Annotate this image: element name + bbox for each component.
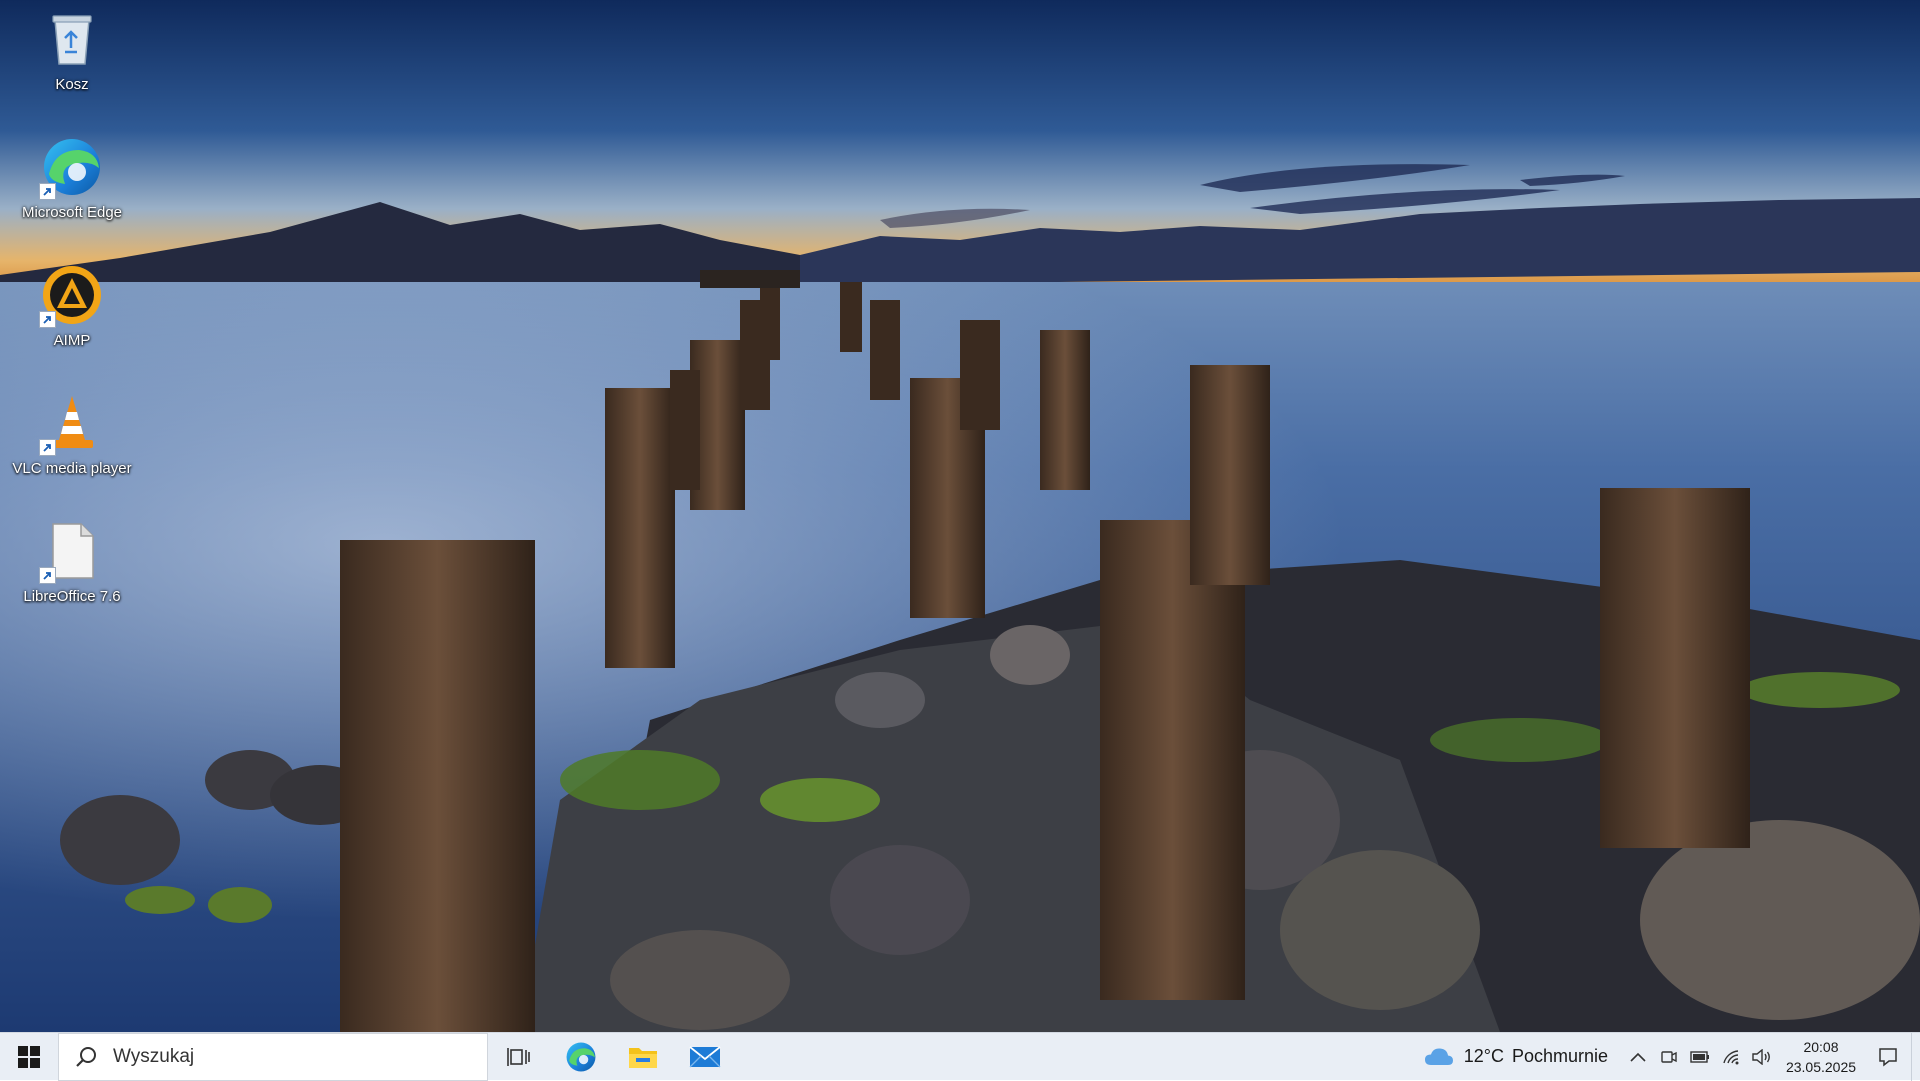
battery-button[interactable] (1684, 1033, 1715, 1081)
wifi-icon (1722, 1049, 1738, 1064)
aimp-icon (39, 264, 103, 328)
network-button[interactable] (1715, 1033, 1746, 1081)
taskbar-file-explorer-button[interactable] (612, 1033, 674, 1081)
edge-icon (39, 136, 103, 200)
shortcut-arrow-icon (39, 567, 56, 584)
vlc-icon (39, 392, 103, 456)
battery-icon (1689, 1050, 1709, 1063)
meet-now-icon (1660, 1050, 1677, 1063)
folder-icon (629, 1047, 657, 1068)
search-box[interactable] (58, 1032, 488, 1081)
search-icon (76, 1046, 96, 1067)
desktop-icon-label: VLC media player (12, 460, 132, 477)
desktop-icon-recycle-bin[interactable]: Kosz (8, 0, 136, 116)
clock-time: 20:08 (1803, 1038, 1839, 1055)
desktop-icon-label: Microsoft Edge (21, 204, 123, 221)
volume-icon (1751, 1048, 1770, 1065)
clock[interactable]: 20:08 23.05.2025 (1777, 1033, 1865, 1081)
desktop-icon-label: Kosz (55, 76, 89, 93)
taskbar-mail-button[interactable] (674, 1033, 736, 1081)
meet-now-button[interactable] (1653, 1033, 1684, 1081)
taskbar: 12°C Pochmurnie (0, 1032, 1920, 1081)
document-icon (39, 520, 103, 584)
chevron-up-icon (1629, 1052, 1646, 1062)
recycle-bin-icon (41, 8, 103, 70)
task-view-icon (507, 1047, 530, 1066)
clock-date: 23.05.2025 (1785, 1058, 1857, 1075)
desktop-icon-vlc[interactable]: VLC media player (8, 384, 136, 500)
shortcut-arrow-icon (39, 311, 56, 328)
weather-condition: Pochmurnie (1511, 1046, 1608, 1066)
task-view-button[interactable] (488, 1033, 550, 1081)
mail-icon (689, 1045, 721, 1067)
desktop-icon-label: AIMP (53, 332, 91, 349)
wallpaper (0, 0, 1920, 1032)
desktop[interactable]: Kosz Microsoft Edge AIMP VLC media playe… (0, 0, 1920, 1032)
show-desktop-button[interactable] (1911, 1032, 1920, 1081)
notification-icon (1879, 1047, 1897, 1067)
show-hidden-icons-button[interactable] (1622, 1033, 1653, 1081)
edge-icon (566, 1042, 596, 1071)
shortcut-arrow-icon (39, 183, 56, 200)
start-button[interactable] (0, 1033, 58, 1081)
desktop-icon-aimp[interactable]: AIMP (8, 256, 136, 372)
desktop-icon-label: LibreOffice 7.6 (23, 588, 121, 605)
volume-button[interactable] (1746, 1033, 1777, 1081)
taskbar-edge-button[interactable] (550, 1033, 612, 1081)
cloud-icon (1424, 1047, 1453, 1065)
weather-temperature: 12°C (1463, 1046, 1504, 1066)
notifications-button[interactable] (1865, 1033, 1911, 1081)
desktop-icon-edge[interactable]: Microsoft Edge (8, 128, 136, 244)
search-input[interactable] (111, 1044, 435, 1069)
desktop-icon-libreoffice[interactable]: LibreOffice 7.6 (8, 512, 136, 628)
shortcut-arrow-icon (39, 439, 56, 456)
windows-logo-icon (18, 1045, 40, 1068)
weather-widget[interactable]: 12°C Pochmurnie (1410, 1033, 1622, 1081)
